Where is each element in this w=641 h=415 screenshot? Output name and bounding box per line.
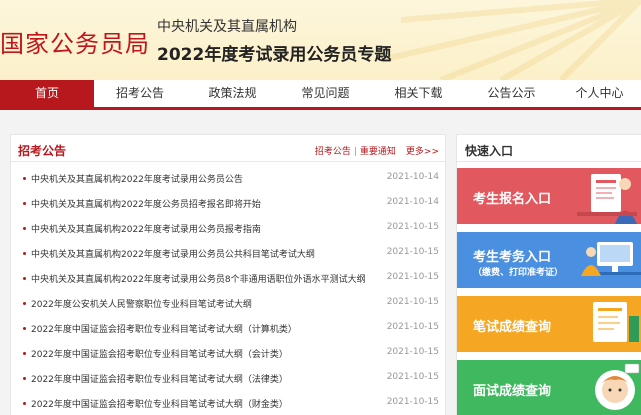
nav-item-recruit-notice[interactable]: 招考公告 xyxy=(94,80,186,107)
page-title: 2022年度考试录用公务员专题 xyxy=(157,45,392,65)
bullet-icon xyxy=(23,302,26,305)
site-name[interactable]: 国家公务员局 xyxy=(0,24,150,59)
list-item-date: 2021-10-15 xyxy=(386,347,439,357)
list-item-title[interactable]: 中央机关及其直属机构2022年度考试录用公务员公告 xyxy=(31,172,243,185)
list-item[interactable]: 2022年度中国证监会招考职位专业科目笔试考试大纲（财金类） 2021-10-15 xyxy=(11,393,445,415)
card-label: 考生报名入口 xyxy=(473,192,552,207)
card-label: 面试成绩查询 xyxy=(473,384,552,399)
list-item-date: 2021-10-15 xyxy=(386,397,439,407)
list-item[interactable]: 中央机关及其直属机构2022年度公务员招考报名即将开始 2021-10-14 xyxy=(11,193,445,218)
list-item-date: 2021-10-15 xyxy=(386,272,439,282)
list-item-title[interactable]: 2022年度中国证监会招考职位专业科目笔试考试大纲（财金类） xyxy=(31,397,288,410)
bullet-icon xyxy=(23,227,26,230)
list-item-date: 2021-10-14 xyxy=(386,197,439,207)
list-item-title[interactable]: 2022年度中国证监会招考职位专业科目笔试考试大纲（计算机类） xyxy=(31,322,297,335)
list-item-date: 2021-10-15 xyxy=(386,247,439,257)
quick-entrance-header: 快速入口 xyxy=(457,135,641,162)
main-nav: 首页 招考公告 政策法规 常见问题 相关下载 公告公示 个人中心 xyxy=(0,80,641,110)
candidate-exam-affairs-button[interactable]: 考生考务入口 （缴费、打印准考证） xyxy=(457,232,641,288)
list-item-title[interactable]: 中央机关及其直属机构2022年度公务员招考报名即将开始 xyxy=(31,197,261,210)
more-link[interactable]: 更多>> xyxy=(406,147,439,157)
score-board-icon xyxy=(593,302,639,342)
list-item[interactable]: 中央机关及其直属机构2022年度考试录用公务员公共科目笔试考试大纲 2021-10… xyxy=(11,243,445,268)
list-item[interactable]: 2022年度中国证监会招考职位专业科目笔试考试大纲（法律类） 2021-10-15 xyxy=(11,368,445,393)
list-item[interactable]: 2022年度中国证监会招考职位专业科目笔试考试大纲（会计类） 2021-10-15 xyxy=(11,343,445,368)
card-label: 笔试成绩查询 xyxy=(473,320,552,335)
registration-form-icon xyxy=(577,174,637,224)
nav-item-public-notice[interactable]: 公告公示 xyxy=(465,80,558,107)
site-header: 国家公务员局 中央机关及其直属机构 2022年度考试录用公务员专题 xyxy=(0,0,641,80)
bullet-icon xyxy=(23,177,26,180)
nav-item-policies[interactable]: 政策法规 xyxy=(186,80,279,107)
header-subtitle: 中央机关及其直属机构 xyxy=(157,19,297,35)
list-item-title[interactable]: 中央机关及其直属机构2022年度考试录用公务员8个非通用语职位外语水平测试大纲 xyxy=(31,272,366,285)
list-item-date: 2021-10-15 xyxy=(386,322,439,332)
link-important-notice[interactable]: 重要通知 xyxy=(360,147,396,157)
link-separator: | xyxy=(353,147,357,157)
candidate-registration-button[interactable]: 考生报名入口 xyxy=(457,168,641,224)
page-root: 国家公务员局 中央机关及其直属机构 2022年度考试录用公务员专题 首页 招考公… xyxy=(0,0,641,415)
bullet-icon xyxy=(23,252,26,255)
list-item-date: 2021-10-15 xyxy=(386,372,439,382)
list-item-date: 2021-10-14 xyxy=(386,172,439,182)
list-item[interactable]: 2022年度公安机关人民警察职位专业科目笔试考试大纲 2021-10-15 xyxy=(11,293,445,318)
bullet-icon xyxy=(23,377,26,380)
list-item-title[interactable]: 2022年度中国证监会招考职位专业科目笔试考试大纲（法律类） xyxy=(31,372,288,385)
card-label: 考生考务入口 xyxy=(473,250,552,265)
list-item[interactable]: 中央机关及其直属机构2022年度考试录用公务员公告 2021-10-14 xyxy=(11,168,445,193)
nav-item-personal-center[interactable]: 个人中心 xyxy=(558,80,641,107)
list-item-title[interactable]: 2022年度中国证监会招考职位专业科目笔试考试大纲（会计类） xyxy=(31,347,288,360)
announcements-header: 招考公告 招考公告 | 重要通知 更多>> xyxy=(11,135,445,162)
nav-item-faq[interactable]: 常见问题 xyxy=(279,80,372,107)
quick-entrance-panel: 快速入口 考生报名入口 考生考务入口 （缴费、打印准考证） 笔试成绩查询 面试成… xyxy=(456,134,641,415)
bullet-icon xyxy=(23,277,26,280)
list-item[interactable]: 2022年度中国证监会招考职位专业科目笔试考试大纲（计算机类） 2021-10-1… xyxy=(11,318,445,343)
header-decoration xyxy=(381,0,641,80)
nav-item-home[interactable]: 首页 xyxy=(0,80,94,107)
card-sublabel: （缴费、打印准考证） xyxy=(473,268,564,278)
bullet-icon xyxy=(23,202,26,205)
nav-item-downloads[interactable]: 相关下载 xyxy=(372,80,465,107)
announcement-list: 中央机关及其直属机构2022年度考试录用公务员公告 2021-10-14 中央机关… xyxy=(11,168,445,415)
bullet-icon xyxy=(23,402,26,405)
list-item-date: 2021-10-15 xyxy=(386,297,439,307)
written-score-query-button[interactable]: 笔试成绩查询 xyxy=(457,296,641,352)
link-recruit-notice[interactable]: 招考公告 xyxy=(315,147,351,157)
announcements-panel: 招考公告 招考公告 | 重要通知 更多>> 中央机关及其直属机构2022年度考试录用公… xyxy=(10,134,446,415)
quick-entrance-title: 快速入口 xyxy=(465,144,514,158)
list-item[interactable]: 中央机关及其直属机构2022年度考试录用公务员8个非通用语职位外语水平测试大纲 2… xyxy=(11,268,445,293)
announcements-links: 招考公告 | 重要通知 更多>> xyxy=(315,144,439,157)
list-item[interactable]: 中央机关及其直属机构2022年度考试录用公务员报考指南 2021-10-15 xyxy=(11,218,445,243)
list-item-title[interactable]: 中央机关及其直属机构2022年度考试录用公务员公共科目笔试考试大纲 xyxy=(31,247,315,260)
computer-desk-icon xyxy=(581,242,641,276)
list-item-title[interactable]: 中央机关及其直属机构2022年度考试录用公务员报考指南 xyxy=(31,222,261,235)
interview-score-query-button[interactable]: 面试成绩查询 xyxy=(457,360,641,415)
bullet-icon xyxy=(23,352,26,355)
bullet-icon xyxy=(23,327,26,330)
announcements-title: 招考公告 xyxy=(18,144,67,158)
person-avatar-icon xyxy=(595,363,640,410)
list-item-title[interactable]: 2022年度公安机关人民警察职位专业科目笔试考试大纲 xyxy=(31,297,252,310)
list-item-date: 2021-10-15 xyxy=(386,222,439,232)
